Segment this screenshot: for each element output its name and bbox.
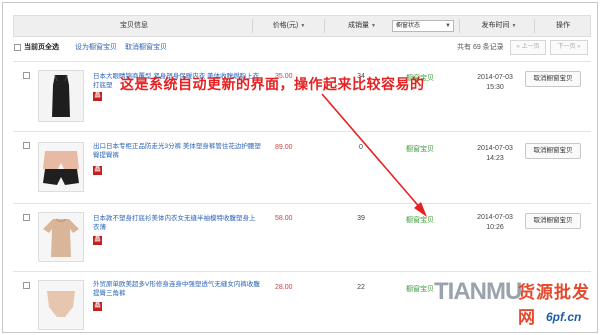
watermark: TIANMU 货源批发网 6pf.cn <box>430 272 600 332</box>
watermark-brand: TIANMU <box>434 278 522 305</box>
watermark-url: 6pf.cn <box>546 310 582 324</box>
